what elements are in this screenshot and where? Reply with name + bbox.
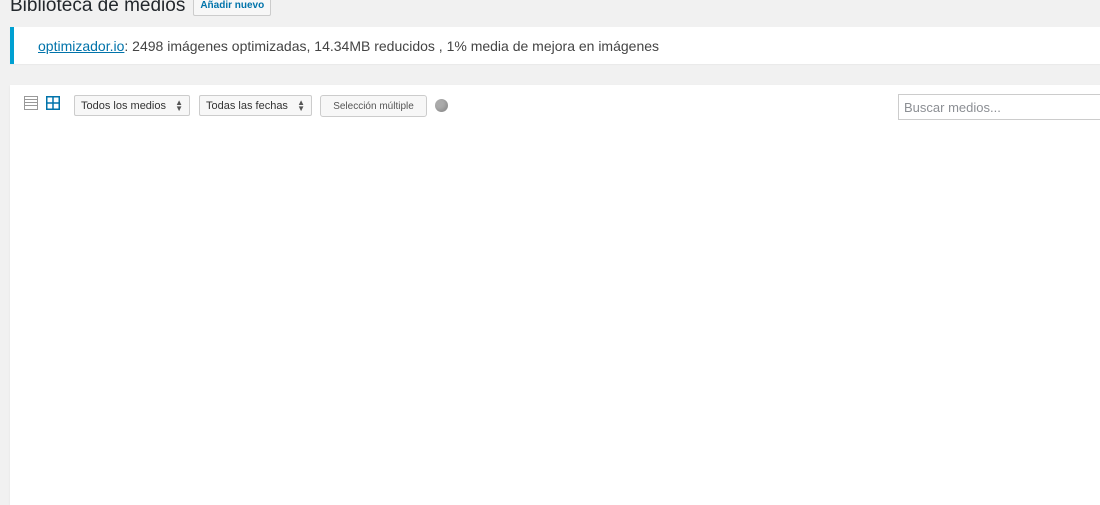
page-header: Biblioteca de medios Añadir nuevo	[10, 0, 272, 18]
media-frame: Todos los medios ▲ ▼ Todas las fechas ▲ ▼ …	[10, 85, 1100, 505]
date-filter[interactable]: Todas las fechas ▲ ▼	[199, 95, 312, 116]
grid-view-icon[interactable]	[46, 96, 60, 110]
bulk-select-button[interactable]: Selección múltiple	[320, 95, 427, 117]
select-arrows-icon: ▲ ▼	[175, 97, 183, 113]
page-title: Biblioteca de medios	[10, 0, 186, 16]
select-arrows-icon: ▲ ▼	[297, 97, 305, 113]
date-filter-value: Todas las fechas	[206, 99, 288, 112]
notice-text: optimizador.io: 2498 imágenes optimizada…	[38, 38, 659, 54]
loading-spinner-icon	[435, 99, 448, 112]
media-type-filter-value: Todos los medios	[81, 99, 166, 112]
notice-message: : 2498 imágenes optimizadas, 14.34MB red…	[124, 37, 660, 54]
media-toolbar: Todos los medios ▲ ▼ Todas las fechas ▲ ▼ …	[10, 85, 1100, 125]
optimizer-notice: optimizador.io: 2498 imágenes optimizada…	[10, 27, 1100, 64]
list-view-icon[interactable]	[24, 96, 38, 110]
add-new-button[interactable]: Añadir nuevo	[193, 0, 272, 16]
search-media-input[interactable]	[898, 94, 1100, 120]
media-type-filter[interactable]: Todos los medios ▲ ▼	[74, 95, 190, 116]
optimizer-link[interactable]: optimizador.io	[38, 38, 124, 54]
